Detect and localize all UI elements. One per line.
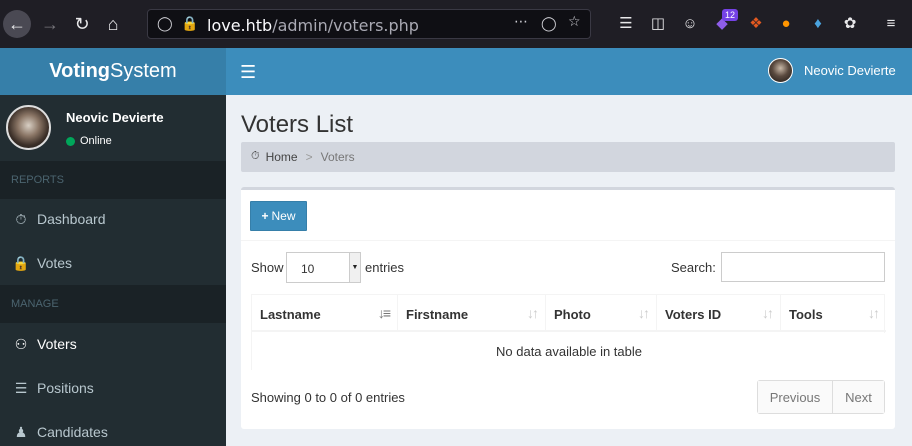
- url-text[interactable]: love.htb/admin/voters.php: [207, 16, 419, 35]
- page-title: Voters List: [241, 111, 354, 138]
- browser-toolbar: ← → ↻ ⌂ ◯ 🔒 love.htb/admin/voters.php ⋯ …: [0, 0, 912, 48]
- list-icon: ☰: [14, 379, 28, 396]
- user-panel: Neovic Devierte Online: [0, 95, 226, 161]
- breadcrumb-current: Voters: [320, 150, 355, 164]
- sidebar-toggle-icon[interactable]: ◫: [647, 12, 669, 34]
- plus-icon: +: [261, 209, 269, 223]
- menu-icon[interactable]: ≡: [880, 12, 902, 34]
- sidebar-item-votes[interactable]: 🔒 Votes: [0, 241, 226, 285]
- next-page-button[interactable]: Next: [833, 381, 884, 413]
- wappalyzer-icon[interactable]: ❖: [745, 12, 767, 34]
- sidebar-item-voters[interactable]: ⚇ Voters: [0, 322, 226, 366]
- column-header-tools[interactable]: Tools ↓↑: [781, 295, 886, 332]
- entries-label: entries: [365, 260, 405, 275]
- chevron-down-icon: ▼: [349, 253, 360, 282]
- pagination: Previous Next: [757, 380, 885, 414]
- show-label: Show: [251, 260, 284, 275]
- sidebar-item-positions[interactable]: ☰ Positions: [0, 366, 226, 410]
- sidebar-user-name: Neovic Devierte: [66, 110, 164, 125]
- column-header-lastname[interactable]: Lastname ↓≡: [252, 295, 398, 332]
- top-navbar: ☰ Neovic Devierte: [226, 48, 912, 95]
- column-header-photo[interactable]: Photo ↓↑: [546, 295, 657, 332]
- column-header-firstname[interactable]: Firstname ↓↑: [398, 295, 546, 332]
- sidebar-item-candidates[interactable]: ♟ Candidates: [0, 410, 226, 446]
- sidebar-header-manage: MANAGE: [0, 285, 226, 323]
- sidebar-toggle-button[interactable]: ☰: [240, 62, 256, 83]
- dashboard-icon: ⏱: [251, 150, 260, 162]
- forward-button[interactable]: →: [36, 10, 64, 38]
- sidebar-item-dashboard[interactable]: ⏱ Dashboard: [0, 197, 226, 241]
- voters-box: + New Show 10 ▼ entries Search: Lastname…: [241, 187, 895, 429]
- firefox-icon[interactable]: ●: [775, 12, 797, 34]
- sidebar: Neovic Devierte Online REPORTS ⏱ Dashboa…: [0, 95, 226, 446]
- previous-page-button[interactable]: Previous: [758, 381, 833, 413]
- account-icon[interactable]: ☺: [679, 12, 701, 34]
- avatar[interactable]: [768, 58, 793, 83]
- online-status-icon: [66, 137, 75, 146]
- shield-icon[interactable]: ◯: [157, 15, 173, 32]
- column-header-voters-id[interactable]: Voters ID ↓↑: [657, 295, 781, 332]
- breadcrumb-home[interactable]: Home: [266, 150, 298, 164]
- reload-button[interactable]: ↻: [68, 10, 96, 38]
- sort-icon: ↓↑: [638, 305, 650, 321]
- home-button[interactable]: ⌂: [99, 10, 127, 38]
- bookmark-star-icon[interactable]: ☆: [568, 13, 581, 30]
- status-text: Online: [80, 135, 112, 147]
- breadcrumb-separator: >: [305, 150, 313, 164]
- user-icon: ♟: [14, 423, 28, 440]
- users-icon: ⚇: [14, 335, 28, 352]
- cookie-icon[interactable]: ✿: [839, 12, 861, 34]
- address-bar[interactable]: ◯ 🔒 love.htb/admin/voters.php ⋯ ◯ ☆: [147, 9, 591, 39]
- content-wrapper: Voters List ⏱ Home > Voters + New Show 1…: [226, 95, 912, 446]
- avatar: [6, 105, 51, 150]
- new-voter-button[interactable]: + New: [250, 201, 307, 231]
- gem-icon[interactable]: ♦: [807, 12, 829, 34]
- more-icon[interactable]: ⋯: [514, 13, 528, 30]
- breadcrumb: ⏱ Home > Voters: [241, 142, 895, 172]
- sort-icon: ↓↑: [527, 305, 539, 321]
- pocket-icon[interactable]: ◯: [541, 15, 557, 32]
- entries-select[interactable]: 10 ▼: [286, 252, 361, 283]
- library-icon[interactable]: ☰: [615, 12, 637, 34]
- table-info: Showing 0 to 0 of 0 entries: [251, 390, 405, 405]
- insecure-lock-icon[interactable]: 🔒: [181, 15, 198, 32]
- extension-badge: 12: [722, 9, 739, 21]
- sort-icon: ↓↑: [762, 305, 774, 321]
- search-input[interactable]: [721, 252, 885, 282]
- dashboard-icon: ⏱: [15, 210, 27, 227]
- table-header: Lastname ↓≡ Firstname ↓↑ Photo ↓↑ Voters…: [252, 295, 886, 332]
- sort-icon: ↓↑: [868, 305, 880, 321]
- lock-icon: 🔒: [12, 254, 30, 271]
- voters-table: Lastname ↓≡ Firstname ↓↑ Photo ↓↑ Voters…: [251, 294, 886, 370]
- sort-asc-icon: ↓≡: [377, 305, 391, 321]
- app-logo[interactable]: Voting System: [0, 48, 226, 95]
- box-header: + New: [241, 190, 895, 241]
- search-label: Search:: [671, 260, 716, 275]
- sidebar-header-reports: REPORTS: [0, 161, 226, 199]
- user-menu-name[interactable]: Neovic Devierte: [804, 63, 896, 78]
- empty-table-message: No data available in table: [252, 333, 886, 370]
- back-button[interactable]: ←: [3, 10, 31, 38]
